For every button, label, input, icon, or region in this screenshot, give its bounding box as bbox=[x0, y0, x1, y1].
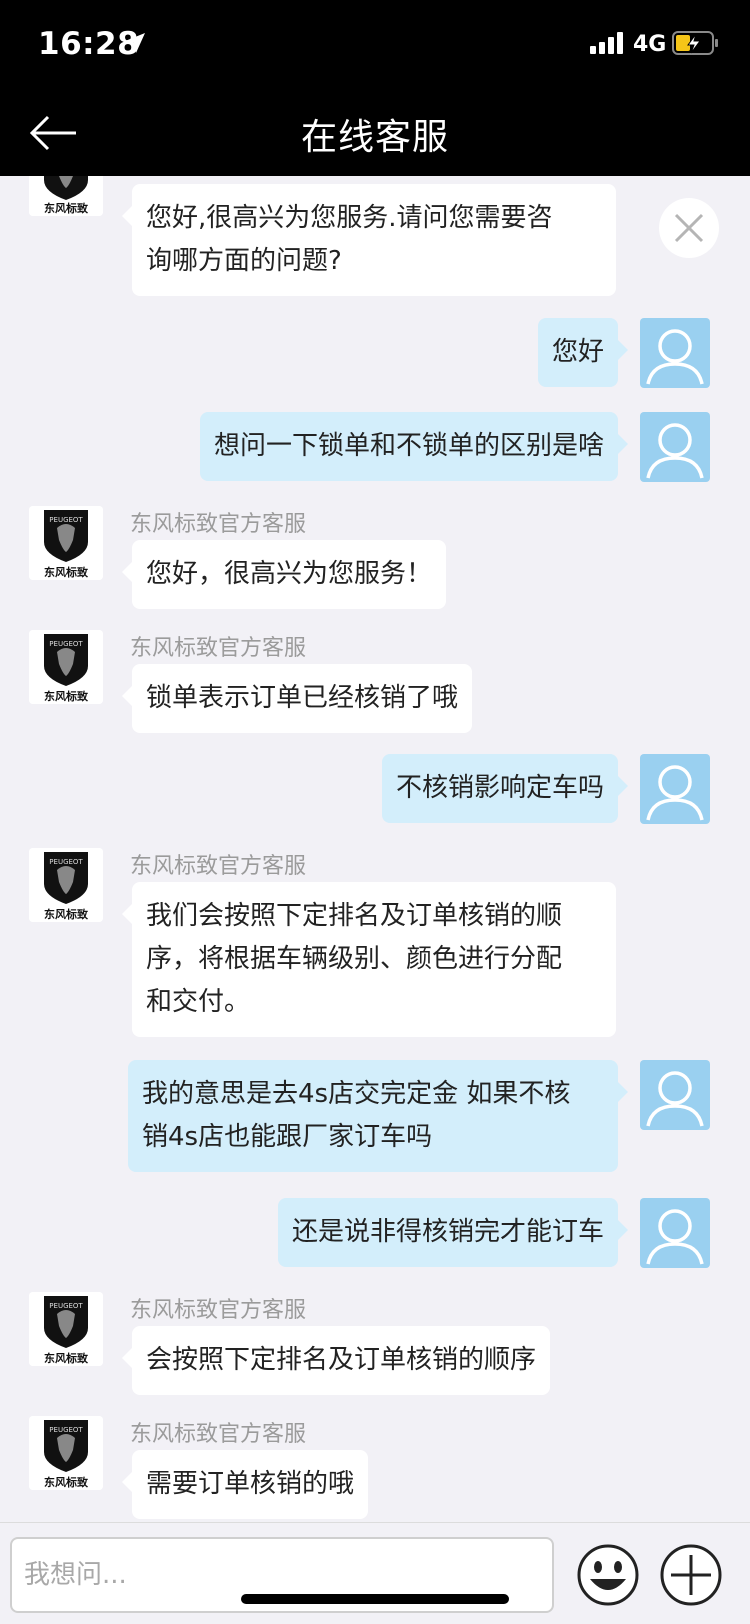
message-text: 我的意思是去4s店交完定金 如果不核 bbox=[142, 1079, 571, 1109]
svg-text:东风标致: 东风标致 bbox=[44, 1475, 89, 1489]
svg-text:东风标致: 东风标致 bbox=[44, 1351, 89, 1365]
message-text: 销4s店也能跟厂家订车吗 bbox=[142, 1122, 433, 1152]
sender-name: 东风标致官方客服 bbox=[130, 636, 307, 661]
network-label: 4G bbox=[633, 32, 667, 57]
message-bubble: 会按照下定排名及订单核销的顺序 bbox=[121, 1326, 551, 1395]
message-bubble: 不核销影响定车吗 bbox=[381, 754, 629, 823]
user-silhouette-icon bbox=[646, 765, 704, 821]
user-silhouette-icon bbox=[646, 423, 704, 479]
peugeot-logo-icon: PEUGEOT 东风标致 bbox=[29, 630, 103, 704]
input-bar bbox=[0, 1522, 750, 1624]
chat-list[interactable]: 东风标致 您好,很高兴为您服务.请问您需要咨 询哪方面的问题? 您好 想问一下锁… bbox=[0, 176, 750, 1522]
emoji-button[interactable] bbox=[576, 1543, 640, 1607]
close-icon bbox=[674, 213, 704, 243]
svg-text:东风标致: 东风标致 bbox=[44, 907, 89, 921]
message-text: 还是说非得核销完才能订车 bbox=[291, 1217, 604, 1247]
location-arrow-icon bbox=[125, 33, 145, 53]
plus-circle-icon bbox=[660, 1544, 722, 1606]
user-silhouette-icon bbox=[646, 1071, 704, 1127]
user-avatar bbox=[640, 412, 710, 482]
message-text: 需要订单核销的哦 bbox=[146, 1469, 355, 1499]
sender-name: 东风标致官方客服 bbox=[130, 854, 307, 879]
message-bubble: 需要订单核销的哦 bbox=[121, 1450, 369, 1519]
battery-charging-icon bbox=[672, 31, 718, 55]
svg-text:东风标致: 东风标致 bbox=[44, 201, 89, 215]
svg-text:PEUGEOT: PEUGEOT bbox=[49, 640, 83, 648]
peugeot-logo-icon: PEUGEOT 东风标致 bbox=[29, 1292, 103, 1366]
message-bubble: 还是说非得核销完才能订车 bbox=[277, 1198, 629, 1267]
svg-text:PEUGEOT: PEUGEOT bbox=[49, 1302, 83, 1310]
close-button[interactable] bbox=[659, 198, 719, 258]
peugeot-logo-icon: PEUGEOT 东风标致 bbox=[29, 1416, 103, 1490]
page-title: 在线客服 bbox=[300, 117, 449, 158]
user-silhouette-icon bbox=[646, 329, 704, 385]
message-text: 您好 bbox=[551, 337, 604, 367]
message-bubble: 锁单表示订单已经核销了哦 bbox=[121, 664, 473, 733]
message-text: 您好,很高兴为您服务.请问您需要咨 bbox=[146, 203, 553, 233]
peugeot-logo-icon: PEUGEOT 东风标致 bbox=[29, 848, 103, 922]
signal-icon bbox=[590, 32, 623, 54]
message-bubble: 您好 bbox=[537, 318, 629, 387]
message-text: 我们会按照下定排名及订单核销的顺 bbox=[146, 901, 563, 931]
user-silhouette-icon bbox=[646, 1209, 704, 1265]
peugeot-logo-icon: PEUGEOT 东风标致 bbox=[29, 506, 103, 580]
message-text: 询哪方面的问题? bbox=[146, 246, 342, 276]
sender-name: 东风标致官方客服 bbox=[130, 1422, 307, 1447]
message-text: 不核销影响定车吗 bbox=[395, 773, 604, 803]
message-text: 序，将根据车辆级别、颜色进行分配 bbox=[146, 944, 563, 974]
svg-text:东风标致: 东风标致 bbox=[44, 689, 89, 703]
user-avatar bbox=[640, 318, 710, 388]
chat-screen: 16:28 4G 在线客服 东风标致 您好,很高兴为您服务.请问您需要咨 询哪方… bbox=[0, 0, 750, 1624]
agent-avatar: PEUGEOT 东风标致 bbox=[29, 1292, 103, 1366]
sender-name: 东风标致官方客服 bbox=[130, 1298, 307, 1323]
peugeot-logo-icon: 东风标致 bbox=[29, 176, 103, 216]
nav-bar: 在线客服 bbox=[0, 90, 750, 176]
agent-avatar: 东风标致 bbox=[29, 176, 103, 216]
message-bubble: 想问一下锁单和不锁单的区别是啥 bbox=[199, 412, 629, 481]
message-text: 和交付。 bbox=[146, 987, 251, 1017]
agent-avatar: PEUGEOT 东风标致 bbox=[29, 630, 103, 704]
message-bubble: 我们会按照下定排名及订单核销的顺 序，将根据车辆级别、颜色进行分配 和交付。 bbox=[122, 882, 616, 1037]
message-text: 锁单表示订单已经核销了哦 bbox=[146, 683, 459, 713]
sender-name: 东风标致官方客服 bbox=[130, 512, 307, 537]
svg-text:东风标致: 东风标致 bbox=[44, 565, 89, 579]
message-text: 您好，很高兴为您服务！ bbox=[146, 559, 433, 589]
message-bubble: 我的意思是去4s店交完定金 如果不核 销4s店也能跟厂家订车吗 bbox=[128, 1060, 628, 1172]
svg-text:PEUGEOT: PEUGEOT bbox=[49, 516, 83, 524]
user-avatar bbox=[640, 1060, 710, 1130]
agent-avatar: PEUGEOT 东风标致 bbox=[29, 1416, 103, 1490]
message-bubble: 您好，很高兴为您服务！ bbox=[121, 540, 447, 609]
user-avatar bbox=[640, 1198, 710, 1268]
message-bubble: 您好,很高兴为您服务.请问您需要咨 询哪方面的问题? bbox=[122, 184, 616, 296]
svg-text:PEUGEOT: PEUGEOT bbox=[49, 858, 83, 866]
agent-avatar: PEUGEOT 东风标致 bbox=[29, 506, 103, 580]
svg-text:PEUGEOT: PEUGEOT bbox=[49, 1426, 83, 1434]
plus-button[interactable] bbox=[659, 1543, 723, 1607]
status-bar: 16:28 4G bbox=[0, 0, 750, 90]
message-text: 想问一下锁单和不锁单的区别是啥 bbox=[213, 431, 604, 461]
user-avatar bbox=[640, 754, 710, 824]
message-text: 会按照下定排名及订单核销的顺序 bbox=[146, 1345, 537, 1375]
agent-avatar: PEUGEOT 东风标致 bbox=[29, 848, 103, 922]
smiley-face-icon bbox=[577, 1544, 639, 1606]
home-indicator bbox=[241, 1594, 509, 1604]
